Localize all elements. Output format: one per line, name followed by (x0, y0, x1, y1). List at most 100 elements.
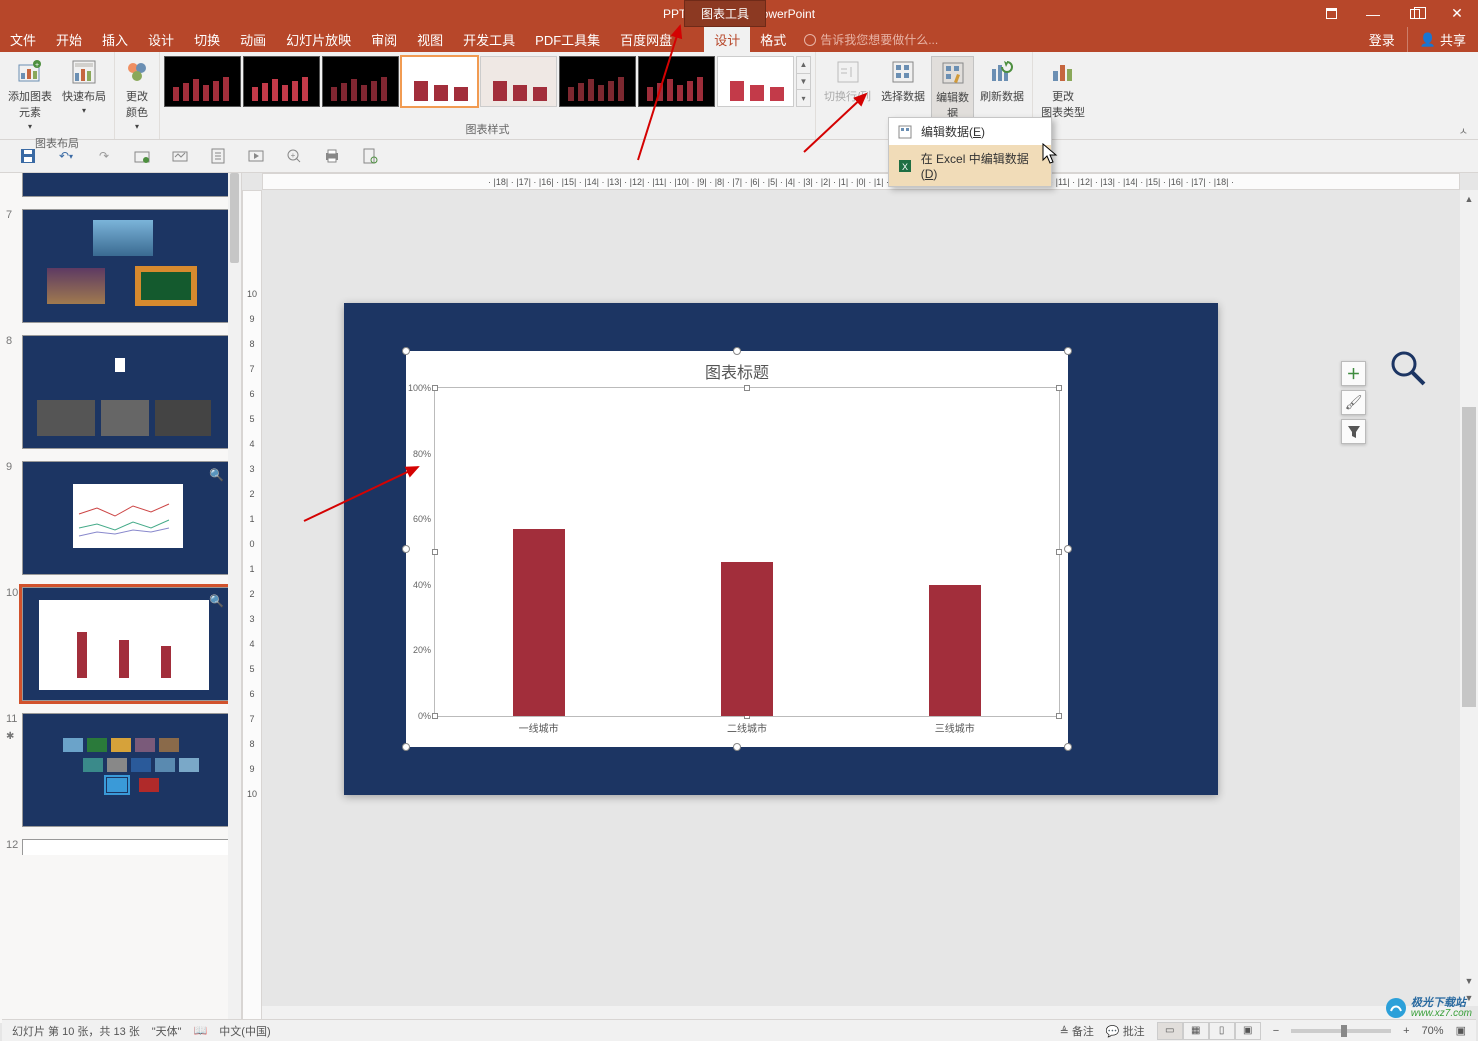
quick-print-button[interactable] (322, 146, 342, 166)
slide-thumb-6-partial[interactable] (0, 173, 241, 203)
slide-thumbnails-pane[interactable]: 7 8 9 🔍 1 (0, 173, 242, 1023)
resize-handle-ne[interactable] (1064, 347, 1072, 355)
plot-handle[interactable] (432, 385, 438, 391)
notes-button[interactable]: ≜ 备注 (1060, 1023, 1094, 1039)
slide-thumb-11[interactable]: 11 ✱ (0, 707, 241, 833)
plot-handle[interactable] (1056, 549, 1062, 555)
tab-chart-design[interactable]: 设计 (704, 27, 750, 52)
chart-style-5[interactable] (480, 56, 557, 107)
chart-style-6[interactable] (559, 56, 636, 107)
tab-transitions[interactable]: 切换 (184, 27, 230, 52)
add-chart-element-button[interactable]: + 添加图表 元素 ▾ (4, 56, 56, 133)
slide-thumb-12-partial[interactable]: 12 (0, 833, 241, 855)
thumbs-scrollbar[interactable] (228, 173, 241, 1023)
change-chart-type-button[interactable]: 更改 图表类型 (1037, 56, 1089, 122)
chart-style-4[interactable] (401, 56, 478, 107)
zoom-out-button[interactable]: − (1273, 1025, 1279, 1037)
slide-editor[interactable]: · |18| · |17| · |16| · |15| · |14| · |13… (242, 173, 1478, 1023)
comments-button[interactable]: 💬 批注 (1106, 1023, 1145, 1039)
plot-handle[interactable] (432, 713, 438, 719)
resize-handle-w[interactable] (402, 545, 410, 553)
scroll-up[interactable]: ▲ (1460, 190, 1478, 207)
tab-baidu[interactable]: 百度网盘 (610, 27, 682, 52)
tell-me[interactable]: 告诉我您想要做什么... (804, 27, 938, 52)
plot-handle[interactable] (744, 385, 750, 391)
tab-home[interactable]: 开始 (46, 27, 92, 52)
qat-btn-5[interactable] (170, 146, 190, 166)
ribbon-display-options[interactable] (1310, 0, 1352, 27)
tab-review[interactable]: 审阅 (361, 27, 407, 52)
bar-2[interactable] (721, 562, 773, 716)
scrollbar-thumb[interactable] (1462, 407, 1476, 707)
qat-btn-10[interactable] (360, 146, 380, 166)
maximize-button[interactable] (1394, 0, 1436, 27)
qat-btn-4[interactable] (132, 146, 152, 166)
resize-handle-se[interactable] (1064, 743, 1072, 751)
tab-slideshow[interactable]: 幻灯片放映 (276, 27, 361, 52)
slideshow-view-button[interactable]: ▣ (1235, 1022, 1261, 1040)
chart-style-1[interactable] (164, 56, 241, 107)
tab-developer[interactable]: 开发工具 (453, 27, 525, 52)
tab-animations[interactable]: 动画 (230, 27, 276, 52)
refresh-data-button[interactable]: 刷新数据 (976, 56, 1028, 106)
edit-data-menu-item[interactable]: 编辑数据(E) (889, 118, 1051, 145)
styles-gallery-nav[interactable]: ▲ ▼ ▾ (796, 56, 811, 107)
zoom-slider[interactable] (1291, 1029, 1391, 1033)
chart-elements-button[interactable]: ＋ (1341, 361, 1366, 386)
zoom-level[interactable]: 70% (1422, 1025, 1444, 1037)
quick-layout-button[interactable]: 快速布局 ▾ (58, 56, 110, 117)
normal-view-button[interactable]: ▭ (1157, 1022, 1183, 1040)
chart-styles-button[interactable]: 🖌 (1341, 390, 1366, 415)
change-colors-button[interactable]: 更改 颜色 ▾ (119, 56, 155, 133)
qat-btn-6[interactable] (208, 146, 228, 166)
chart-style-3[interactable] (322, 56, 399, 107)
select-data-button[interactable]: 选择数据 (877, 56, 929, 106)
slide-thumb-7[interactable]: 7 (0, 203, 241, 329)
chart-title[interactable]: 图表标题 (406, 351, 1068, 391)
gallery-down[interactable]: ▼ (797, 74, 810, 91)
editor-vertical-scrollbar[interactable]: ▲ ▼ ▼ (1460, 190, 1478, 1006)
slide-thumb-9[interactable]: 9 🔍 (0, 455, 241, 581)
share-button[interactable]: 👤共享 (1407, 27, 1478, 52)
spellcheck-icon[interactable]: 📖 (194, 1024, 208, 1037)
fit-to-window-button[interactable]: ▣ (1456, 1024, 1466, 1037)
login-button[interactable]: 登录 (1357, 27, 1407, 52)
resize-handle-sw[interactable] (402, 743, 410, 751)
tab-chart-format[interactable]: 格式 (750, 27, 796, 52)
plot-handle[interactable] (1056, 713, 1062, 719)
minimize-button[interactable]: — (1352, 0, 1394, 27)
tab-file[interactable]: 文件 (0, 27, 46, 52)
reading-view-button[interactable]: ▯ (1209, 1022, 1235, 1040)
start-from-beginning-button[interactable] (246, 146, 266, 166)
qat-btn-8[interactable]: + (284, 146, 304, 166)
sorter-view-button[interactable]: ▦ (1183, 1022, 1209, 1040)
gallery-up[interactable]: ▲ (797, 57, 810, 74)
bar-1[interactable] (513, 529, 565, 716)
chart-filters-button[interactable] (1341, 419, 1366, 444)
zoom-knob[interactable] (1341, 1025, 1347, 1037)
edit-in-excel-menu-item[interactable]: X 在 Excel 中编辑数据(D) (889, 145, 1051, 186)
scrollbar-thumb[interactable] (230, 173, 239, 263)
tab-insert[interactable]: 插入 (92, 27, 138, 52)
chart-styles-gallery[interactable]: ▲ ▼ ▾ (164, 56, 811, 107)
slide-thumb-10[interactable]: 10 🔍 (0, 581, 241, 707)
tab-design-main[interactable]: 设计 (138, 27, 184, 52)
chart-style-2[interactable] (243, 56, 320, 107)
resize-handle-s[interactable] (733, 743, 741, 751)
plot-handle[interactable] (432, 549, 438, 555)
zoom-in-button[interactable]: + (1403, 1025, 1409, 1037)
chart-object[interactable]: 图表标题 0% 20% 40% 60% 80% 100% (406, 351, 1068, 747)
language-indicator[interactable]: 中文(中国) (219, 1023, 270, 1039)
resize-handle-n[interactable] (733, 347, 741, 355)
collapse-ribbon-icon[interactable]: ㅅ (1459, 123, 1468, 138)
chart-style-7[interactable] (638, 56, 715, 107)
gallery-more[interactable]: ▾ (797, 90, 810, 106)
plot-handle[interactable] (1056, 385, 1062, 391)
chart-style-8[interactable] (717, 56, 794, 107)
tab-view[interactable]: 视图 (407, 27, 453, 52)
resize-handle-nw[interactable] (402, 347, 410, 355)
scroll-down[interactable]: ▼ (1460, 972, 1478, 989)
close-button[interactable]: ✕ (1436, 0, 1478, 27)
resize-handle-e[interactable] (1064, 545, 1072, 553)
chart-plot-area[interactable]: 0% 20% 40% 60% 80% 100% 一线城市 二线城市 三线城市 (434, 387, 1060, 717)
